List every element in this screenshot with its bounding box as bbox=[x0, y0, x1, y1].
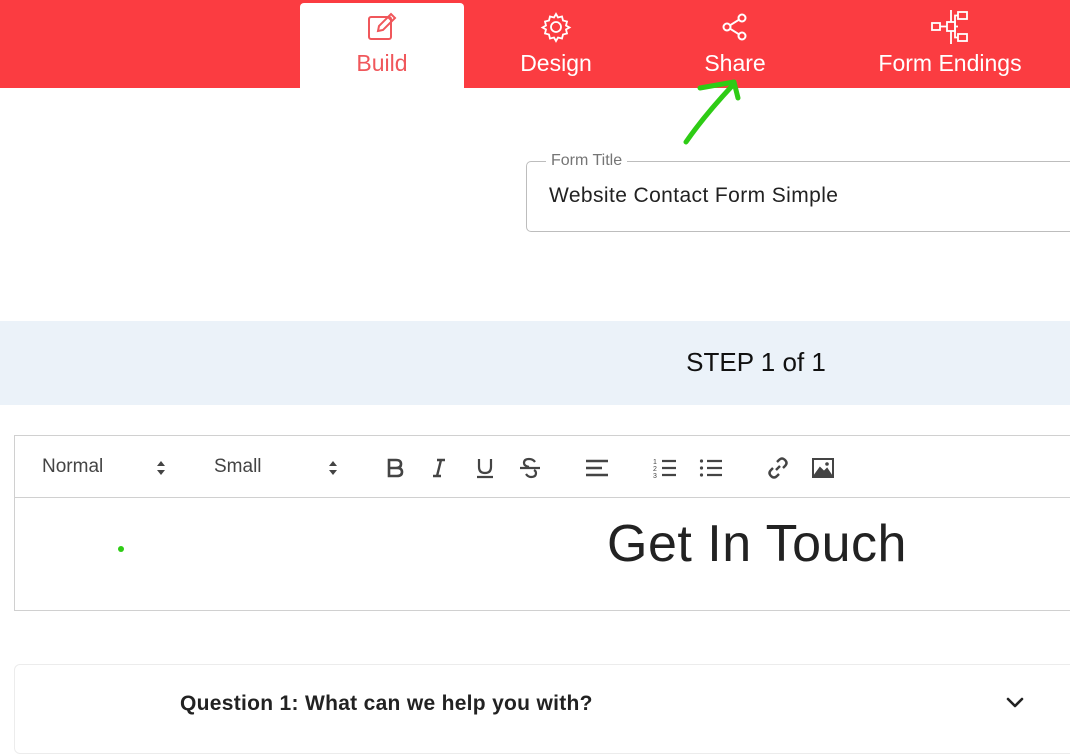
step-banner: STEP 1 of 1 bbox=[0, 321, 1070, 405]
pencil-square-icon bbox=[366, 10, 398, 44]
tab-form-endings-label: Form Endings bbox=[878, 50, 1022, 76]
tab-design-label: Design bbox=[520, 50, 592, 76]
tab-build[interactable]: Build bbox=[300, 3, 464, 88]
question-label: Question 1: What can we help you with? bbox=[180, 692, 593, 715]
ordered-list-icon: 1 2 3 bbox=[653, 459, 676, 479]
bold-button[interactable] bbox=[382, 456, 408, 480]
svg-text:3: 3 bbox=[653, 473, 657, 479]
share-icon bbox=[720, 10, 750, 44]
link-button[interactable] bbox=[765, 456, 791, 480]
svg-text:2: 2 bbox=[653, 466, 657, 473]
bullet-list-button[interactable] bbox=[698, 456, 724, 480]
tab-form-endings[interactable]: Form Endings bbox=[846, 3, 1054, 88]
chevron-down-icon[interactable] bbox=[1005, 696, 1025, 710]
gear-icon bbox=[540, 10, 572, 44]
font-size-value: Small bbox=[214, 456, 262, 477]
ordered-list-button[interactable]: 1 2 3 bbox=[652, 456, 678, 480]
block-format-value: Normal bbox=[42, 456, 104, 477]
italic-button[interactable] bbox=[426, 456, 452, 480]
select-arrows-icon[interactable] bbox=[155, 460, 167, 476]
editor-content-area[interactable]: Get In Touch bbox=[15, 498, 1070, 610]
italic-icon bbox=[433, 458, 445, 478]
question-card[interactable]: Question 1: What can we help you with? bbox=[14, 664, 1070, 754]
annotation-arrow-icon bbox=[683, 79, 741, 145]
select-arrows-icon[interactable] bbox=[327, 460, 339, 476]
align-left-icon bbox=[586, 459, 608, 477]
tab-design[interactable]: Design bbox=[470, 3, 642, 88]
bold-icon bbox=[387, 458, 404, 478]
image-icon bbox=[812, 458, 834, 478]
link-icon bbox=[768, 457, 788, 479]
underline-icon bbox=[477, 459, 493, 479]
tab-share-label: Share bbox=[704, 50, 766, 76]
editor-heading[interactable]: Get In Touch bbox=[15, 514, 1070, 574]
top-nav-bar: Build Design Share Form Endings bbox=[0, 0, 1070, 88]
editor-toolbar: Normal Small 1 2 3 bbox=[15, 436, 1070, 498]
tab-build-label: Build bbox=[356, 50, 408, 76]
underline-button[interactable] bbox=[472, 456, 498, 480]
font-size-select[interactable]: Small bbox=[214, 456, 262, 478]
svg-text:1: 1 bbox=[653, 459, 657, 466]
block-format-select[interactable]: Normal bbox=[42, 456, 103, 478]
sitemap-icon bbox=[931, 10, 969, 44]
strikethrough-icon bbox=[520, 457, 540, 479]
strikethrough-button[interactable] bbox=[517, 456, 543, 480]
form-title-label: Form Title bbox=[546, 152, 628, 170]
rich-text-editor: Normal Small 1 2 3 Get In Touch bbox=[14, 435, 1070, 611]
form-title-field[interactable]: Form Title Website Contact Form Simple bbox=[526, 152, 1070, 232]
align-left-button[interactable] bbox=[584, 456, 610, 480]
image-button[interactable] bbox=[810, 456, 836, 480]
step-indicator: STEP 1 of 1 bbox=[686, 347, 826, 377]
form-title-input[interactable]: Website Contact Form Simple bbox=[549, 184, 838, 208]
bullet-list-icon bbox=[699, 459, 722, 477]
